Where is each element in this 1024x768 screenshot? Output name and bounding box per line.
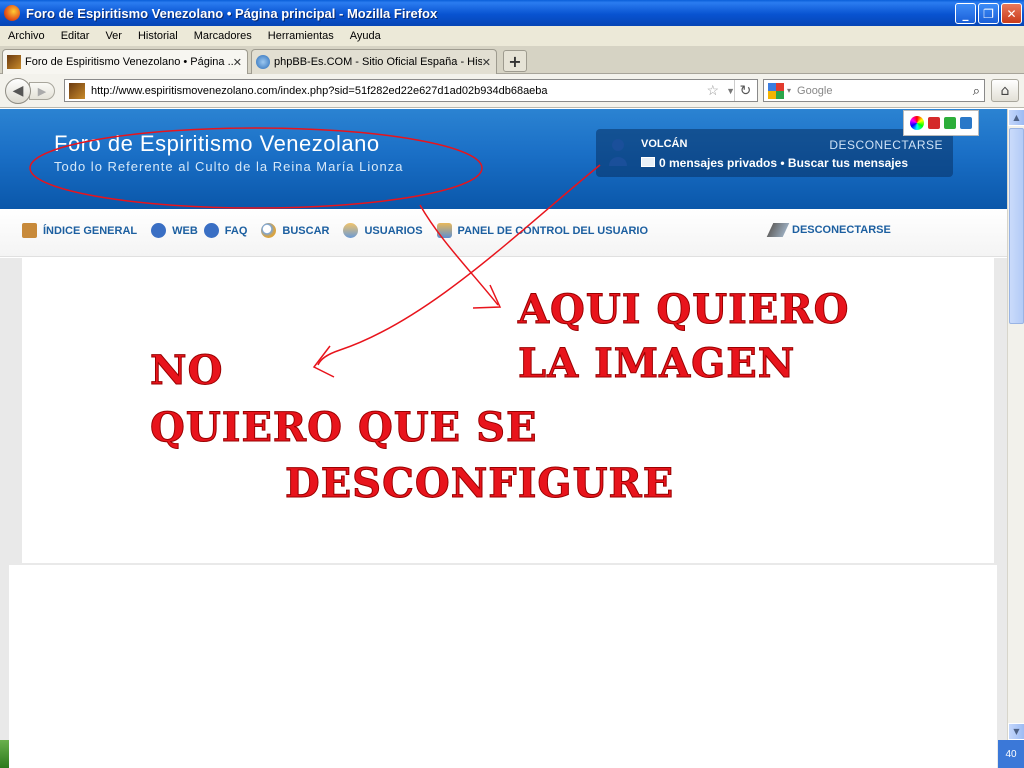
annotation-no-line1: NO xyxy=(149,347,224,395)
avatar-icon xyxy=(609,139,627,166)
logout-icon xyxy=(766,223,790,237)
nav-label: ÍNDICE GENERAL xyxy=(43,224,138,237)
scroll-thumb[interactable] xyxy=(1009,128,1024,324)
forum-nav-strip: ÍNDICE GENERAL WEB FAQ BUSCAR USUARIOS P… xyxy=(0,209,1007,257)
site-favicon-icon xyxy=(7,55,21,69)
nav-label: PANEL DE CONTROL DEL USUARIO xyxy=(457,224,649,237)
envelope-icon xyxy=(641,157,655,167)
google-engine-icon[interactable] xyxy=(768,82,784,99)
user-box: VOLCÁN DESCONECTARSE 0 mensajes privados… xyxy=(596,129,953,177)
search-icon xyxy=(261,223,277,238)
nav-label: WEB xyxy=(172,224,198,237)
search-placeholder: Google xyxy=(797,84,833,97)
style-switcher xyxy=(903,110,979,136)
tab-foro[interactable]: Foro de Espiritismo Venezolano • Página … xyxy=(2,49,248,74)
menu-editar[interactable]: Editar xyxy=(53,30,98,42)
private-messages-link[interactable]: 0 mensajes privados • Buscar tus mensaje… xyxy=(659,156,908,170)
green-style-swatch[interactable] xyxy=(944,117,956,129)
forum-header: Foro de Espiritismo Venezolano Todo lo R… xyxy=(0,109,1007,209)
close-tab-icon[interactable]: ✕ xyxy=(233,56,242,69)
users-icon xyxy=(343,223,359,238)
menu-ayuda[interactable]: Ayuda xyxy=(342,30,389,42)
nav-label: FAQ xyxy=(224,224,248,237)
nav-label: USUARIOS xyxy=(364,224,423,237)
clock-edge: 40 xyxy=(998,740,1024,768)
info-icon xyxy=(151,223,167,238)
window-title: Foro de Espiritismo Venezolano • Página … xyxy=(26,5,438,21)
blue-style-swatch[interactable] xyxy=(960,117,972,129)
vertical-scrollbar[interactable]: ▲ ▼ xyxy=(1007,109,1024,740)
nav-web[interactable]: WEB xyxy=(151,223,198,238)
menu-ver[interactable]: Ver xyxy=(97,30,130,42)
info-icon xyxy=(203,223,219,238)
url-text: http://www.espiritismovenezolano.com/ind… xyxy=(91,84,548,97)
nav-buscar[interactable]: BUSCAR xyxy=(261,223,329,238)
annotation-no-line3: DESCONFIGURE xyxy=(284,460,675,508)
forum-subtitle: Todo lo Referente al Culto de la Reina M… xyxy=(54,159,404,174)
menu-bar: Archivo Editar Ver Historial Marcadores … xyxy=(0,26,1024,46)
back-forward-group: ▶ ◀ xyxy=(5,78,57,104)
start-button-edge[interactable] xyxy=(0,740,9,768)
home-icon xyxy=(22,223,37,238)
menu-archivo[interactable]: Archivo xyxy=(0,30,53,42)
nav-label: BUSCAR xyxy=(282,224,330,237)
forum-title[interactable]: Foro de Espiritismo Venezolano xyxy=(54,131,380,157)
search-bar[interactable]: ▾ Google ⌕ xyxy=(763,79,985,102)
firefox-icon xyxy=(4,5,20,21)
url-bar[interactable]: http://www.espiritismovenezolano.com/ind… xyxy=(64,79,758,102)
navigation-toolbar: ▶ ◀ http://www.espiritismovenezolano.com… xyxy=(0,74,1024,108)
site-identity-icon[interactable] xyxy=(69,82,85,99)
engine-dropdown-icon[interactable]: ▾ xyxy=(787,86,791,95)
nav-panel-control[interactable]: PANEL DE CONTROL DEL USUARIO xyxy=(436,223,649,238)
nav-faq[interactable]: FAQ xyxy=(203,223,248,238)
tab-bar: Foro de Espiritismo Venezolano • Página … xyxy=(0,46,1024,74)
forward-button[interactable]: ▶ xyxy=(29,82,55,100)
scroll-down-arrow[interactable]: ▼ xyxy=(1008,723,1024,740)
phpbb-favicon-icon xyxy=(256,55,270,69)
window-titlebar: Foro de Espiritismo Venezolano • Página … xyxy=(0,0,1024,26)
nav-indice-general[interactable]: ÍNDICE GENERAL xyxy=(22,223,137,238)
tab-label: phpBB-Es.COM - Sitio Oficial España - Hi… xyxy=(274,56,482,68)
new-tab-button[interactable]: + xyxy=(503,50,527,72)
window-controls: _ ❐ ✕ xyxy=(955,3,1022,24)
forum-nav-links: ÍNDICE GENERAL WEB FAQ BUSCAR USUARIOS P… xyxy=(22,223,662,238)
content-lower xyxy=(9,565,997,768)
menu-historial[interactable]: Historial xyxy=(130,30,186,42)
search-icon[interactable]: ⌕ xyxy=(973,83,980,99)
minimize-button[interactable]: _ xyxy=(955,3,976,24)
annotation-aqui-line2: LA IMAGEN xyxy=(517,340,796,388)
taskbar-edge: 40 xyxy=(0,740,1024,768)
annotation-aqui-line1: AQUI QUIERO xyxy=(517,286,850,334)
reload-button[interactable]: ↻ xyxy=(734,80,756,101)
tab-phpbb[interactable]: phpBB-Es.COM - Sitio Oficial España - Hi… xyxy=(251,49,497,74)
tab-label: Foro de Espiritismo Venezolano • Página … xyxy=(25,56,233,68)
logout-link[interactable]: DESCONECTARSE xyxy=(829,138,943,152)
red-style-swatch[interactable] xyxy=(928,117,940,129)
home-button[interactable]: ⌂ xyxy=(991,79,1019,102)
restore-button[interactable]: ❐ xyxy=(978,3,999,24)
scroll-up-arrow[interactable]: ▲ xyxy=(1008,109,1024,126)
bookmark-star-icon[interactable]: ☆ xyxy=(706,82,719,99)
color-wheel-icon[interactable] xyxy=(910,116,924,130)
close-tab-icon[interactable]: ✕ xyxy=(482,56,491,69)
nav-logout-label: DESCONECTARSE xyxy=(792,224,891,236)
annotation-no-line2: QUIERO QUE SE xyxy=(149,404,538,452)
control-panel-icon xyxy=(436,223,452,238)
menu-herramientas[interactable]: Herramientas xyxy=(260,30,342,42)
nav-usuarios[interactable]: USUARIOS xyxy=(343,223,423,238)
close-window-button[interactable]: ✕ xyxy=(1001,3,1022,24)
menu-marcadores[interactable]: Marcadores xyxy=(186,30,260,42)
username-link[interactable]: VOLCÁN xyxy=(641,138,687,150)
nav-logout[interactable]: DESCONECTARSE xyxy=(766,223,891,237)
back-button[interactable]: ◀ xyxy=(5,78,31,104)
